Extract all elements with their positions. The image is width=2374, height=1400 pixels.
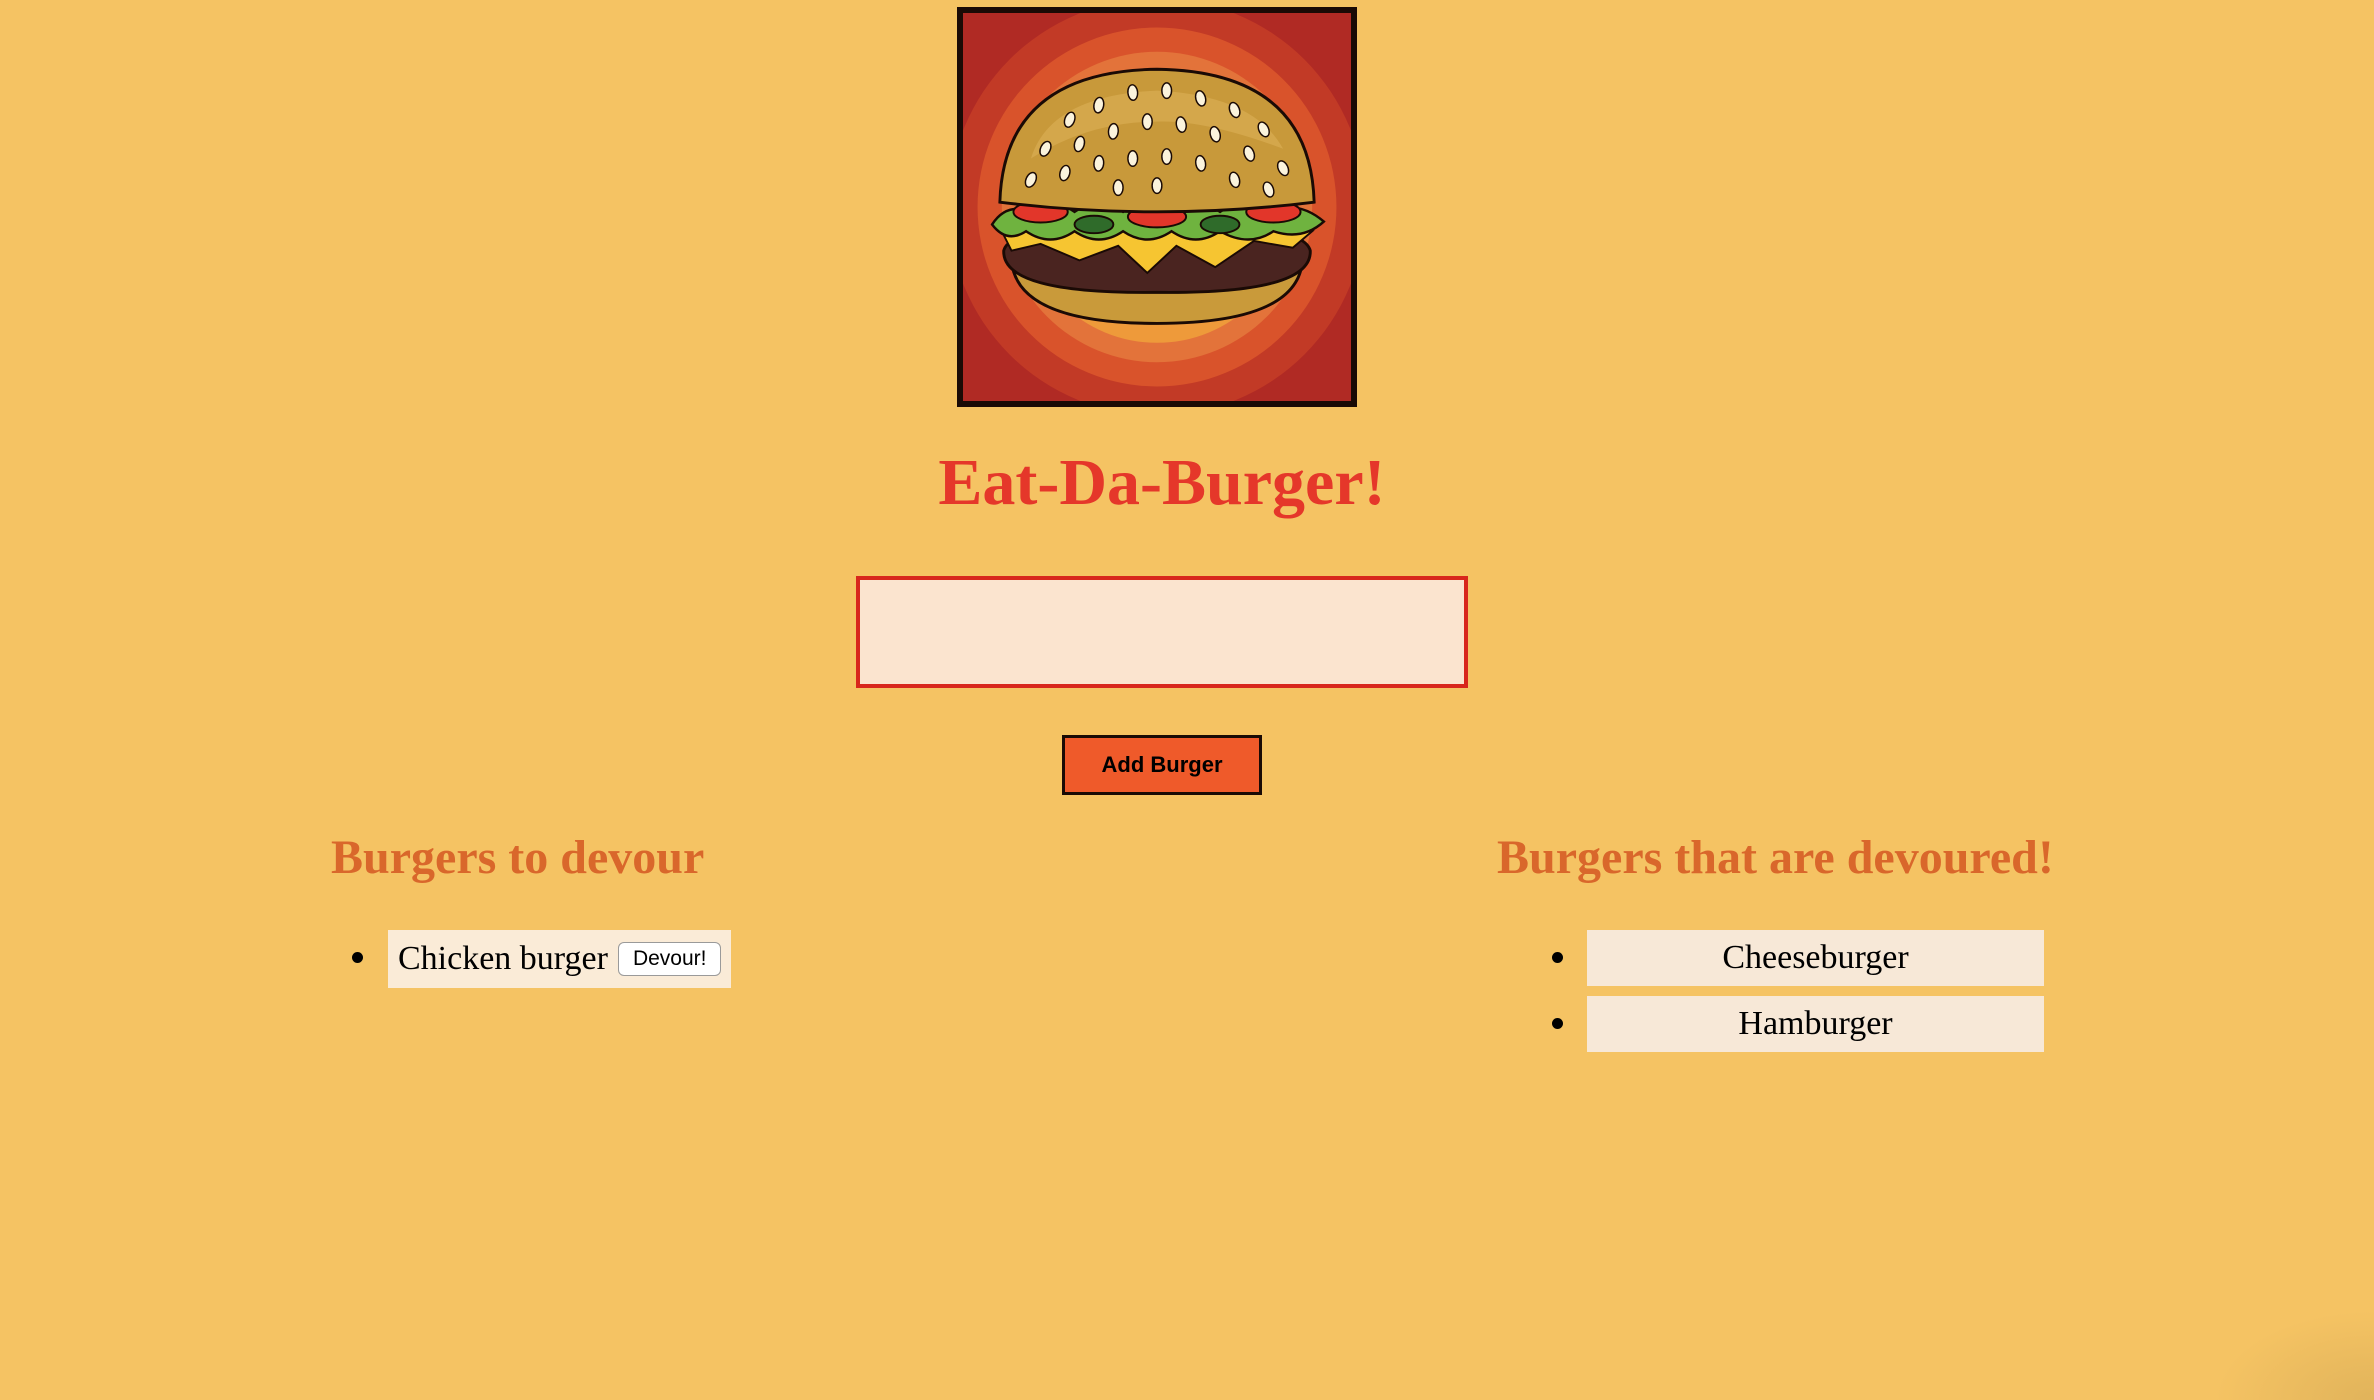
devoured-burger-card: Hamburger (1587, 996, 2044, 1052)
to-devour-heading: Burgers to devour (331, 831, 705, 884)
burger-logo-icon (963, 13, 1351, 401)
burger-name-input[interactable] (856, 576, 1468, 688)
burger-logo (957, 7, 1357, 407)
devoured-burger-card: Cheeseburger (1587, 930, 2044, 986)
add-burger-button[interactable]: Add Burger (1062, 735, 1262, 795)
bullet-icon (1552, 952, 1563, 963)
corner-shade (2214, 1310, 2374, 1400)
burger-name: Chicken burger (398, 940, 608, 977)
burger-card: Chicken burger Devour! (388, 930, 732, 988)
devoured-heading: Burgers that are devoured! (1497, 831, 2054, 884)
page-title: Eat-Da-Burger! (938, 446, 1386, 519)
devour-button[interactable]: Devour! (617, 942, 722, 976)
bullet-icon (352, 952, 363, 963)
bullet-icon (1552, 1018, 1563, 1029)
